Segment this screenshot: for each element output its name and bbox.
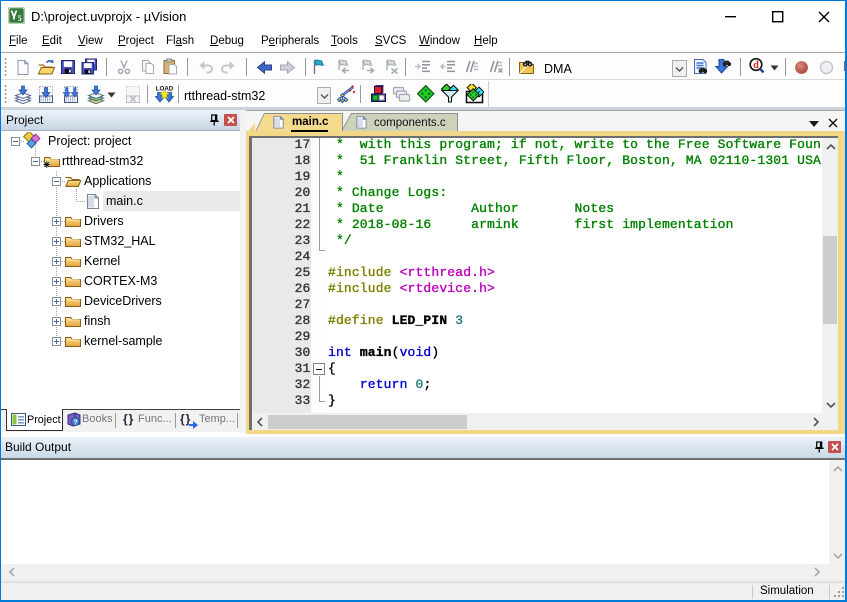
svg-text:5: 5 — [18, 14, 22, 23]
svg-text:d: d — [753, 60, 759, 71]
svg-text:?: ? — [73, 417, 78, 426]
